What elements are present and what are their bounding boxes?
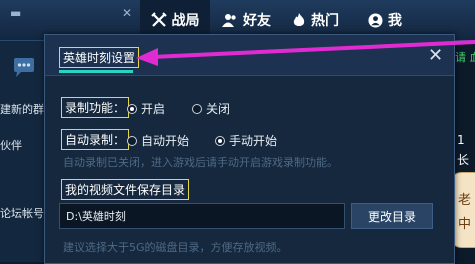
window-control-icon[interactable]: ✕: [122, 6, 132, 20]
radio-dot: [127, 135, 137, 146]
auto-record-label: 自动录制：: [61, 129, 130, 150]
title-underline: [59, 70, 133, 73]
radio-record-off-label: 关闭: [206, 102, 231, 116]
tab-battle-label: 战局: [171, 13, 200, 29]
radio-auto-start-label: 自动开始: [141, 134, 190, 148]
save-dir-hint: 建议选择大于5G的磁盘目录，方便存放视频。: [63, 241, 288, 254]
radio-record-on-label: 开启: [141, 102, 166, 116]
sidebar-item-partner[interactable]: 伙伴: [0, 137, 22, 153]
battle-icon: [150, 12, 167, 27]
auto-record-hint: 自动录制已关闭，进入游戏后请手动开启游戏录制功能。: [63, 156, 338, 169]
tab-hot-label: 热门: [311, 13, 339, 29]
tab-friends-label: 好友: [243, 13, 271, 29]
flame-icon: [293, 13, 305, 26]
radio-manual-start-label: 手动开始: [229, 134, 278, 148]
radio-dot-selected: [215, 135, 225, 146]
dialog-header: 英雄时刻设置 ✕: [45, 35, 454, 76]
sidebar-item-create-group[interactable]: 建新的群: [0, 101, 44, 117]
right-top-text: 请 血: [455, 51, 475, 64]
save-dir-label: 我的视频文件保存目录: [61, 179, 190, 200]
left-sidebar: 建新的群 伙伴 论坛帐号: [0, 41, 50, 262]
sidebar-item-forum-account[interactable]: 论坛帐号: [0, 205, 44, 221]
dialog-title: 英雄时刻设置: [59, 47, 140, 68]
tab-me-label: 我: [388, 13, 402, 29]
radio-record-off[interactable]: 关闭: [192, 100, 230, 117]
right-mid-text-2: 长: [457, 153, 470, 167]
radio-manual-start[interactable]: 手动开始: [215, 132, 277, 149]
user-icon: [368, 12, 383, 28]
right-mid-text: 1: [457, 133, 465, 147]
mascot-text-2: 中: [458, 217, 472, 232]
record-function-label: 录制功能：: [61, 97, 130, 118]
hero-moment-settings-dialog: 英雄时刻设置 ✕ 录制功能： 开启 关闭 自动录制： 自动开始 手动开始 自动录…: [44, 34, 455, 264]
chat-icon[interactable]: [12, 57, 36, 79]
friends-icon: [222, 14, 236, 27]
mascot-text-1: 老: [458, 193, 472, 208]
change-dir-button[interactable]: 更改目录: [351, 203, 433, 229]
radio-auto-start[interactable]: 自动开始: [127, 132, 189, 149]
save-dir-input[interactable]: [59, 203, 345, 229]
radio-dot: [192, 103, 202, 114]
minimize-icon[interactable]: ▬: [10, 6, 21, 20]
close-icon[interactable]: ✕: [428, 45, 443, 66]
radio-dot-selected: [127, 103, 137, 114]
radio-record-on[interactable]: 开启: [127, 100, 165, 117]
